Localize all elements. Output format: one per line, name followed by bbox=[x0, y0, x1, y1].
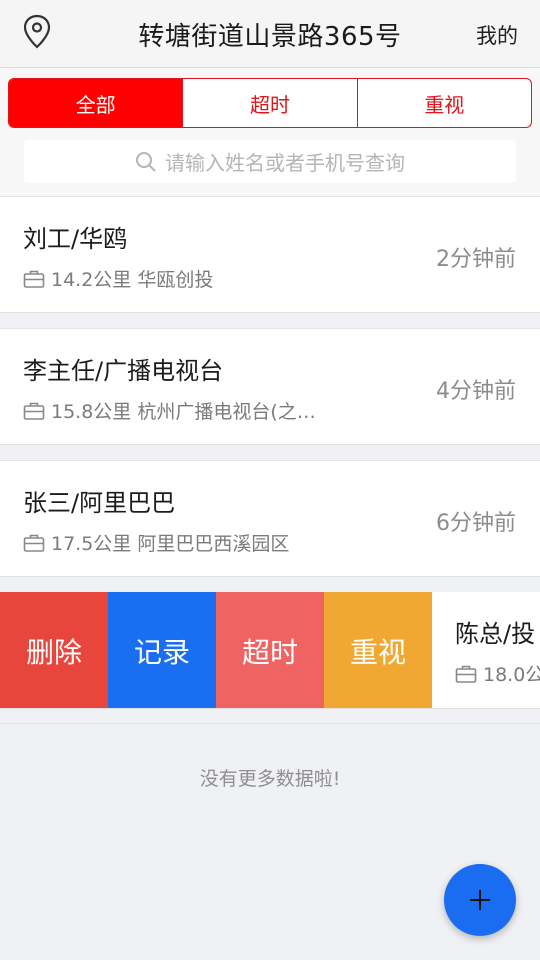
contact-name: 李主任/广播电视台 bbox=[23, 357, 224, 385]
contact-time: 4分钟前 bbox=[436, 379, 516, 404]
contact-company: 杭州广播电视台(之… bbox=[137, 401, 316, 423]
contact-distance: 18.0公 bbox=[483, 664, 540, 686]
contact-name: 陈总/投 bbox=[455, 620, 536, 648]
briefcase-icon bbox=[455, 665, 477, 683]
tab-overtime[interactable]: 超时 bbox=[183, 79, 358, 127]
contact-info: 15.8公里 杭州广播电视台(之… bbox=[23, 397, 316, 424]
no-more-data-text: 没有更多数据啦! bbox=[199, 768, 341, 790]
swiped-list-item: 删除 记录 超时 重视 陈总/投 18.0公 bbox=[0, 592, 540, 709]
contact-info: 18.0公 bbox=[455, 660, 540, 687]
delete-button[interactable]: 删除 bbox=[0, 592, 108, 708]
briefcase-icon bbox=[23, 270, 45, 288]
contact-distance: 15.8公里 bbox=[51, 401, 132, 423]
filter-panel: 全部 超时 重视 请输入姓名或者手机号查询 bbox=[0, 68, 540, 196]
contact-name: 刘工/华鸥 bbox=[23, 225, 128, 253]
contact-name: 张三/阿里巴巴 bbox=[23, 489, 176, 517]
overtime-button[interactable]: 超时 bbox=[216, 592, 324, 708]
divider bbox=[0, 723, 540, 724]
contact-company: 阿里巴巴西溪园区 bbox=[137, 533, 290, 555]
plus-icon bbox=[470, 890, 490, 910]
search-input[interactable]: 请输入姓名或者手机号查询 bbox=[24, 140, 516, 183]
contact-company: 华瓯创投 bbox=[137, 269, 214, 291]
record-button[interactable]: 记录 bbox=[108, 592, 216, 708]
contact-distance: 14.2公里 bbox=[51, 269, 132, 291]
search-placeholder: 请输入姓名或者手机号查询 bbox=[165, 151, 405, 175]
filter-tabs: 全部 超时 重视 bbox=[8, 78, 532, 128]
contact-distance: 17.5公里 bbox=[51, 533, 132, 555]
list-item[interactable]: 陈总/投 18.0公 bbox=[432, 592, 540, 708]
top-header: 转塘街道山景路365号 我的 bbox=[0, 0, 540, 68]
tab-all[interactable]: 全部 bbox=[9, 79, 184, 127]
important-button[interactable]: 重视 bbox=[324, 592, 432, 708]
contact-info: 14.2公里 华瓯创投 bbox=[23, 265, 213, 292]
search-icon bbox=[136, 151, 156, 172]
list-item[interactable]: 李主任/广播电视台 15.8公里 杭州广播电视台(之… 4分钟前 bbox=[0, 328, 540, 445]
briefcase-icon bbox=[23, 534, 45, 552]
list-item[interactable]: 刘工/华鸥 14.2公里 华瓯创投 2分钟前 bbox=[0, 196, 540, 313]
tab-important[interactable]: 重视 bbox=[358, 79, 531, 127]
contact-time: 2分钟前 bbox=[436, 247, 516, 272]
briefcase-icon bbox=[23, 402, 45, 420]
page-title: 转塘街道山景路365号 bbox=[138, 22, 402, 52]
add-button[interactable] bbox=[444, 864, 516, 936]
list-item[interactable]: 张三/阿里巴巴 17.5公里 阿里巴巴西溪园区 6分钟前 bbox=[0, 460, 540, 577]
contact-time: 6分钟前 bbox=[436, 511, 516, 536]
contact-info: 17.5公里 阿里巴巴西溪园区 bbox=[23, 529, 289, 556]
mine-button[interactable]: 我的 bbox=[476, 20, 518, 50]
